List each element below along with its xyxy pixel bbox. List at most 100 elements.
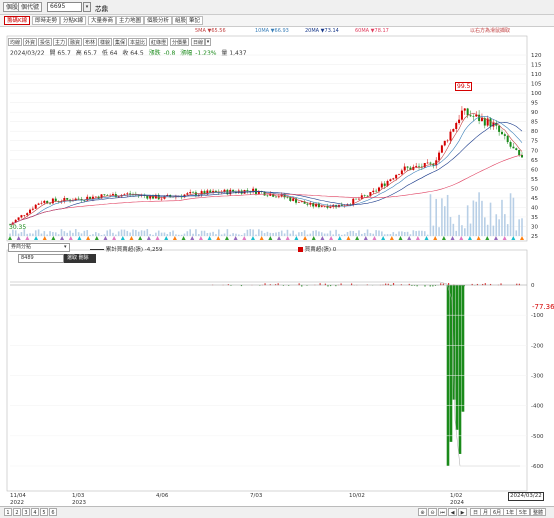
- candle-body: [186, 193, 188, 194]
- period-all[interactable]: 整體: [530, 508, 546, 516]
- candle-body: [246, 190, 248, 191]
- volume-bar: [378, 230, 380, 236]
- volume-bar: [258, 229, 260, 236]
- volume-bar: [229, 235, 231, 236]
- page-1[interactable]: 1: [4, 508, 12, 516]
- volume-bar: [395, 234, 397, 236]
- volume-bar: [392, 232, 394, 236]
- volume-bar: [515, 230, 517, 236]
- volume-bar: [66, 233, 68, 236]
- signal-marker: [51, 236, 55, 240]
- signal-marker: [156, 236, 160, 240]
- volume-bar: [347, 232, 349, 236]
- volume-bar: [52, 232, 54, 236]
- page-6[interactable]: 6: [49, 508, 57, 516]
- volume-bar: [332, 234, 334, 236]
- candle-body: [501, 132, 503, 134]
- signal-marker: [112, 236, 116, 240]
- volume-bar: [281, 231, 283, 236]
- candle-body: [441, 145, 443, 152]
- volume-bar: [478, 192, 480, 236]
- prev-icon[interactable]: ◀: [448, 508, 457, 516]
- signal-marker: [511, 236, 515, 240]
- price-tick-label: 100: [531, 91, 542, 97]
- volume-bar: [467, 205, 469, 236]
- volume-bar: [444, 206, 446, 236]
- volume-bar: [272, 233, 274, 236]
- volume-bar: [390, 234, 392, 236]
- volume-bar: [187, 231, 189, 236]
- volume-bar: [118, 231, 120, 236]
- candle-body: [361, 195, 363, 198]
- volume-bar: [252, 230, 254, 236]
- volume-bar: [167, 234, 169, 236]
- price-tick-label: 110: [531, 72, 542, 78]
- signal-marker: [442, 236, 446, 240]
- volume-bar: [178, 235, 180, 236]
- next-icon[interactable]: ▶: [458, 508, 467, 516]
- volume-bar: [284, 233, 286, 236]
- candle-body: [438, 153, 440, 161]
- candle-body: [152, 196, 154, 199]
- signal-marker: [294, 236, 298, 240]
- volume-bar: [55, 232, 57, 236]
- volume-bar: [75, 229, 77, 236]
- signal-marker: [520, 236, 524, 240]
- candle-body: [306, 204, 308, 205]
- signal-marker: [459, 236, 463, 240]
- volume-bar: [32, 234, 34, 236]
- candle-body: [43, 201, 45, 203]
- period-5y[interactable]: 5年: [516, 508, 530, 516]
- candle-body: [355, 199, 357, 200]
- page-5[interactable]: 5: [40, 508, 48, 516]
- broker-select-label[interactable]: 券商分點: [8, 243, 70, 252]
- current-sub-value: -77.36: [532, 303, 554, 311]
- signal-marker: [372, 236, 376, 240]
- volume-bar: [172, 231, 174, 236]
- price-tick-label: 85: [531, 120, 538, 126]
- candle-body: [63, 198, 65, 201]
- signal-marker: [268, 236, 272, 240]
- volume-bar: [255, 235, 257, 236]
- volume-bar: [72, 233, 74, 236]
- branch-code-input[interactable]: 8489: [18, 254, 64, 263]
- candle-body: [321, 206, 323, 207]
- zoom-out-icon[interactable]: ⊖: [428, 508, 437, 516]
- branch-action-button[interactable]: 選取 刪除: [64, 254, 96, 263]
- price-tick-label: 115: [531, 63, 542, 69]
- volume-bar: [58, 234, 60, 236]
- low-label: 30.35: [9, 224, 26, 231]
- volume-bar: [112, 233, 114, 236]
- zoom-in-icon[interactable]: ⊕: [418, 508, 427, 516]
- volume-bar: [330, 231, 332, 236]
- day-value: 0: [333, 247, 337, 253]
- volume-bar: [327, 234, 329, 236]
- page-3[interactable]: 3: [22, 508, 30, 516]
- first-page-icon[interactable]: ⏮: [438, 508, 447, 516]
- volume-bar: [321, 232, 323, 236]
- current-date-badge: 2024/03/22: [508, 492, 544, 501]
- volume-bar: [344, 234, 346, 236]
- volume-bar: [241, 235, 243, 236]
- volume-bar: [224, 234, 226, 236]
- signal-marker: [407, 236, 411, 240]
- price-tick-label: 40: [531, 205, 538, 211]
- volume-bar: [15, 230, 17, 236]
- page-2[interactable]: 2: [13, 508, 21, 516]
- signal-marker: [234, 236, 238, 240]
- sub-big-bar: [450, 285, 453, 442]
- volume-bar: [44, 231, 46, 236]
- x-tick-label: 1/03: [72, 493, 85, 499]
- signal-marker: [364, 236, 368, 240]
- signal-marker: [242, 236, 246, 240]
- candle-body: [490, 118, 492, 126]
- price-tick-label: 45: [531, 196, 538, 202]
- signal-marker: [303, 236, 307, 240]
- page-4[interactable]: 4: [31, 508, 39, 516]
- volume-bar: [301, 232, 303, 236]
- broker-select[interactable]: 券商分點 ▾: [8, 243, 72, 251]
- volume-bar: [430, 194, 432, 236]
- candle-body: [18, 217, 20, 219]
- signal-marker: [485, 236, 489, 240]
- volume-bar: [149, 234, 151, 236]
